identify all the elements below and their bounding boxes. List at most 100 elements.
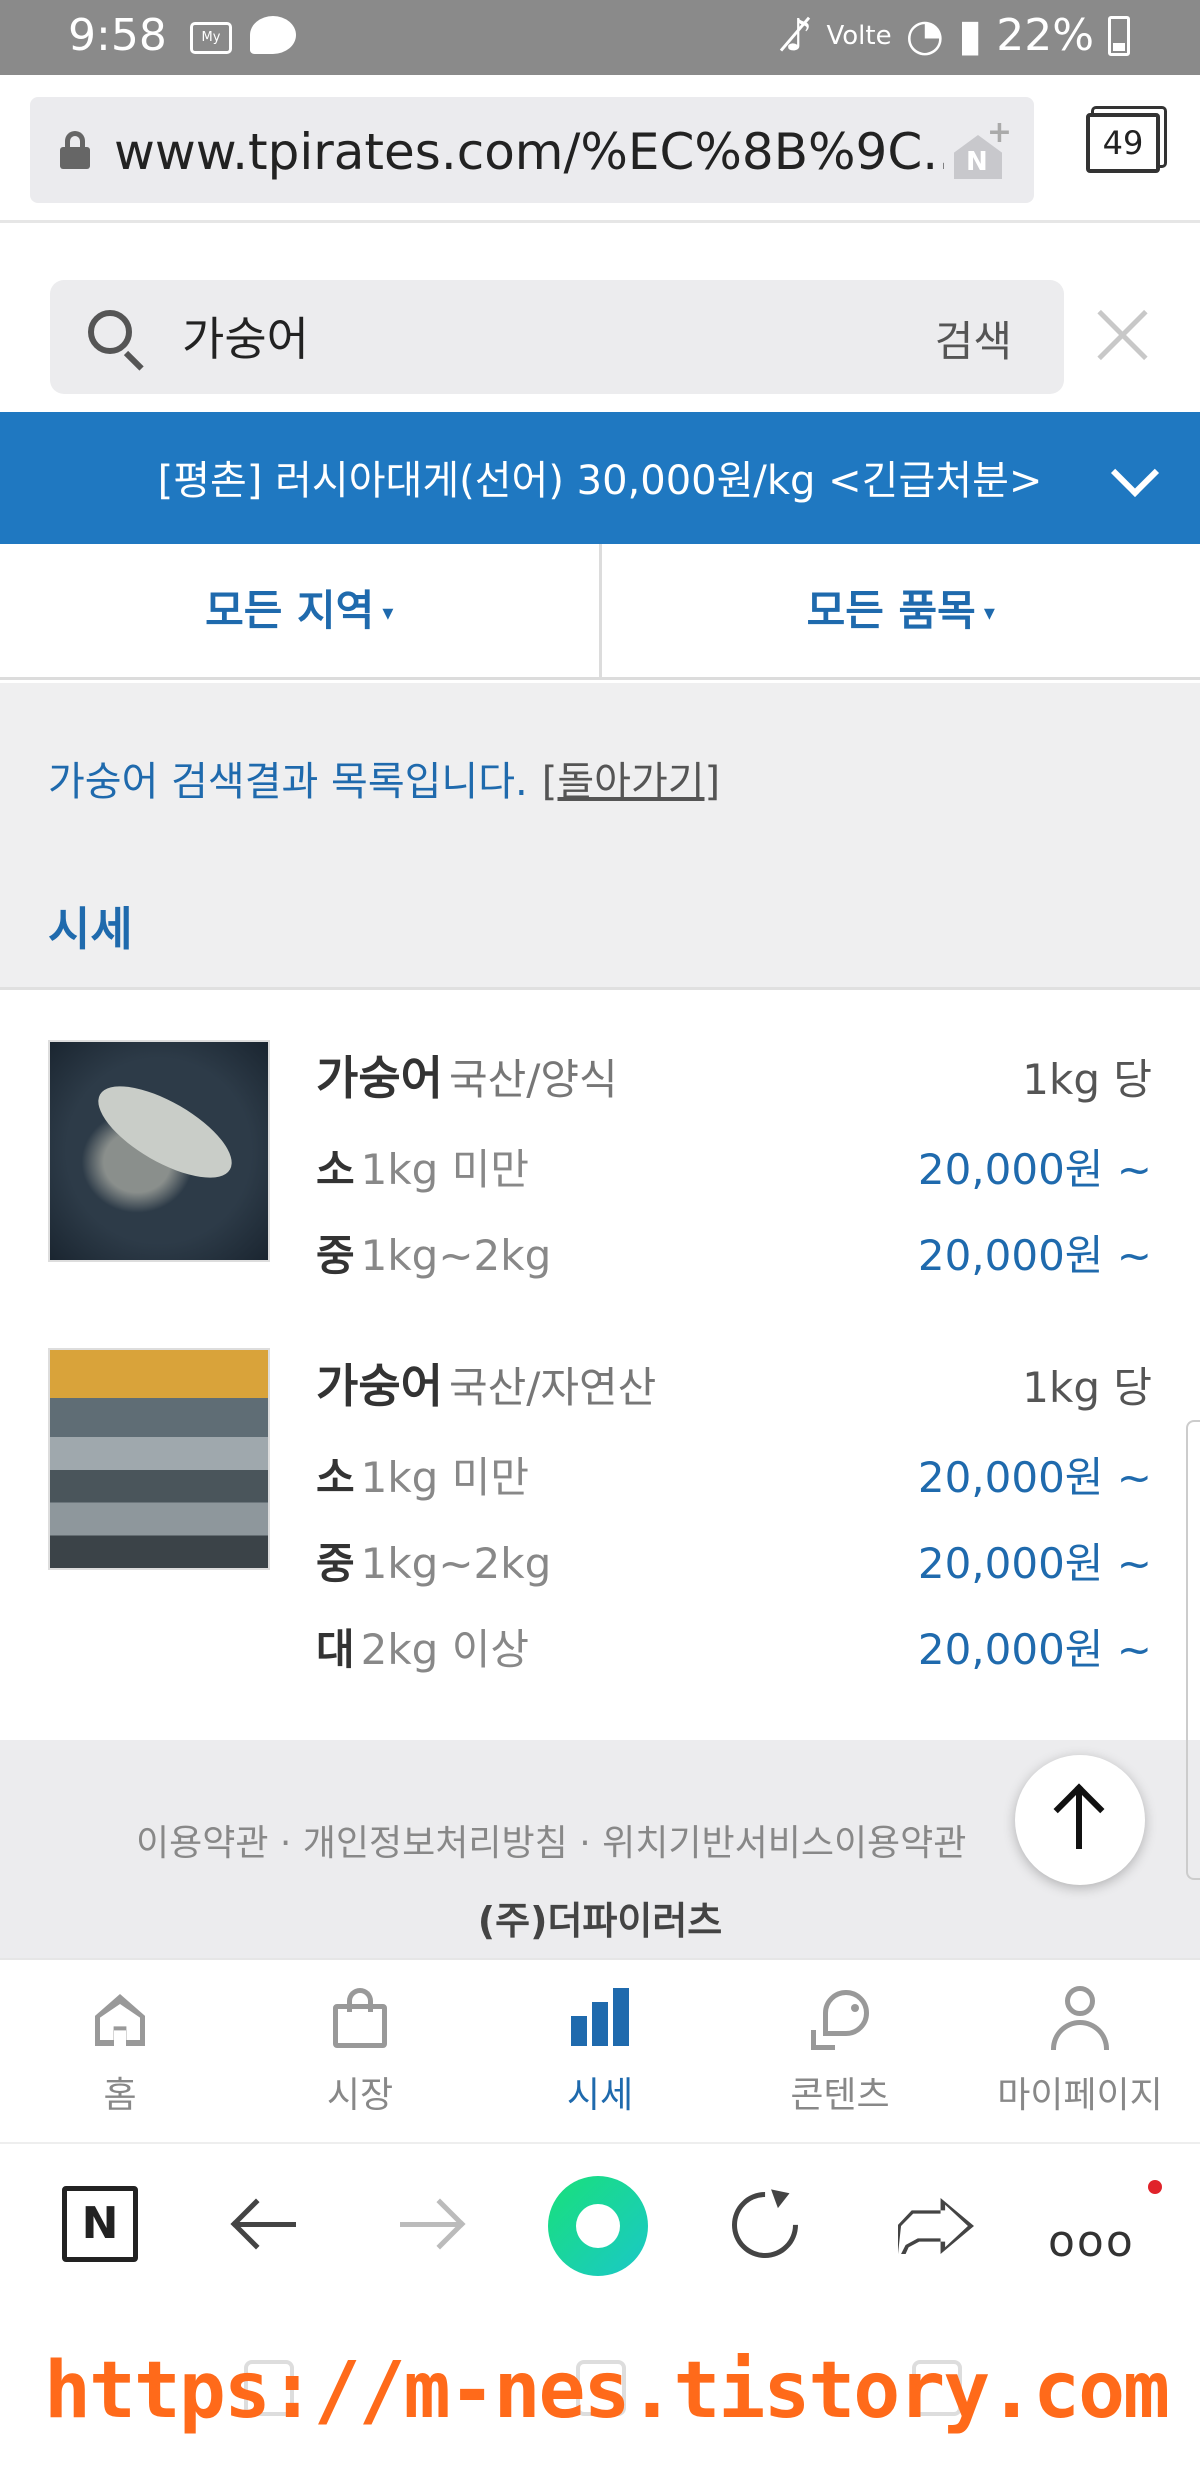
battery-percent: 22% [996,10,1094,61]
back-link[interactable]: [돌아가기] [542,759,720,805]
nav-item-price[interactable]: 시세 [480,1960,720,2140]
status-bar: 9:58 My ♪̸ Volte ◔ ▮ 22% [0,0,1200,75]
naver-icon: N [62,2186,138,2262]
footer: 이용약관 · 개인정보처리방침 · 위치기반서비스이용약관 (주)더파이러츠 [0,1740,1200,1958]
forward-button[interactable] [384,2178,480,2274]
size-price: 20,000원 ~ [917,1231,1152,1280]
size-range: 1kg 미만 [360,1453,529,1502]
item-title: 가숭어 국산/자연산 [316,1350,656,1416]
notice-banner[interactable]: [평촌] 러시아대게(선어) 30,000원/kg <긴급처분> [0,412,1200,544]
app-notification-icon: My [190,22,232,54]
status-time: 9:58 [68,10,167,61]
wifi-icon: ◔ [905,10,944,61]
size-range: 1kg 미만 [360,1145,529,1194]
size-label: 대 [316,1625,355,1674]
bar-chart-icon [567,1986,633,2052]
item-unit: 1kg 당 [1022,1055,1152,1104]
size-label: 소 [316,1145,355,1194]
more-icon: ooo [1048,2216,1135,2267]
status-indicators: ♪̸ Volte ◔ ▮ 22% [784,10,1130,61]
reload-button[interactable] [718,2178,814,2274]
nav-item-market[interactable]: 시장 [240,1960,480,2140]
size-row: 중 1kg~2kg 20,000원 ~ [316,1530,1152,1591]
notice-text: [평촌] 러시아대게(선어) 30,000원/kg <긴급처분> [157,458,1043,504]
filter-row: 모든 지역 ▾ 모든 품목 ▾ [0,544,1200,680]
fish-photo [48,1348,270,1570]
bottom-nav: 홈 시장 시세 콘텐츠 마이페이지 [0,1958,1200,2140]
search-box: 검색 [50,280,1064,394]
size-label: 중 [316,1231,355,1280]
size-row: 대 2kg 이상 20,000원 ~ [316,1616,1152,1677]
more-button[interactable]: ooo [1044,2178,1140,2274]
item-filter[interactable]: 모든 품목 ▾ [598,544,1200,677]
section-title: 시세 [48,902,133,956]
size-row: 중 1kg~2kg 20,000원 ~ [316,1222,1152,1283]
item-origin: 국산/양식 [448,1055,618,1104]
nav-item-content[interactable]: 콘텐츠 [720,1960,960,2140]
url-text: www.tpirates.com/%EC%8B%9C... [114,123,944,181]
item-name: 가숭어 [316,1359,443,1413]
nav-label: 시세 [566,2075,634,2116]
result-message: 가숭어 검색결과 목록입니다. [돌아가기] [48,749,720,807]
company-name: (주)더파이러츠 [477,1899,723,1943]
size-price: 20,000원 ~ [917,1453,1152,1502]
result-message-text: 가숭어 검색결과 목록입니다. [48,759,528,805]
item-name: 가숭어 [316,1051,443,1105]
search-icon [88,310,144,371]
item-origin: 국산/자연산 [448,1363,657,1412]
green-dot-button[interactable] [548,2176,648,2276]
search-button[interactable]: 검색 [935,308,1012,369]
result-header: 가숭어 검색결과 목록입니다. [돌아가기] 시세 [0,683,1200,990]
nav-item-mypage[interactable]: 마이페이지 [960,1960,1200,2140]
region-filter-label: 모든 지역 [205,586,375,635]
size-price: 20,000원 ~ [917,1625,1152,1674]
size-range: 2kg 이상 [360,1625,529,1674]
nav-label: 홈 [103,2075,137,2116]
tabs-button[interactable]: 49 [1086,113,1160,173]
size-row: 소 1kg 미만 20,000원 ~ [316,1136,1152,1197]
fish-icon [807,1986,873,2052]
search-input[interactable] [182,306,742,366]
size-price: 20,000원 ~ [917,1145,1152,1194]
browser-address-bar: www.tpirates.com/%EC%8B%9C... N + 49 [0,75,1200,223]
size-row: 소 1kg 미만 20,000원 ~ [316,1444,1152,1505]
add-home-icon[interactable]: N + [948,115,1012,185]
home-icon [87,1986,153,2052]
close-icon[interactable] [1094,306,1152,364]
url-field[interactable]: www.tpirates.com/%EC%8B%9C... N + [30,97,1034,203]
back-button[interactable] [218,2178,314,2274]
nav-label: 콘텐츠 [790,2075,890,2116]
person-icon [1047,1986,1113,2052]
size-range: 1kg~2kg [360,1231,552,1280]
naver-button[interactable]: N [56,2178,152,2274]
nav-label: 마이페이지 [997,2075,1163,2116]
size-price: 20,000원 ~ [917,1539,1152,1588]
item-unit: 1kg 당 [1022,1363,1152,1412]
scroll-to-top-button[interactable] [1015,1755,1145,1885]
browser-toolbar: N ooo [0,2142,1200,2306]
watermark-area: https://m-nes.tistory.com [0,2306,1200,2465]
signal-icon: ▮ [957,10,983,61]
footer-links[interactable]: 이용약관 · 개인정보처리방침 · 위치기반서비스이용약관 [136,1814,966,1866]
size-label: 중 [316,1539,355,1588]
arrow-up-icon [1076,1789,1082,1849]
caret-down-icon: ▾ [983,600,995,626]
size-label: 소 [316,1453,355,1502]
shopping-bag-icon [327,1986,393,2052]
share-button[interactable] [888,2178,984,2274]
volte-label: Volte [826,20,892,51]
chat-bubble-icon [250,16,296,54]
lock-icon [60,131,90,169]
mute-icon: ♪̸ [784,10,813,61]
nav-item-home[interactable]: 홈 [0,1960,240,2140]
item-filter-label: 모든 품목 [806,586,976,635]
region-filter[interactable]: 모든 지역 ▾ [0,544,599,677]
caret-down-icon: ▾ [382,600,394,626]
size-range: 1kg~2kg [360,1539,552,1588]
notification-dot [1148,2180,1162,2194]
item-title: 가숭어 국산/양식 [316,1042,618,1108]
battery-icon [1108,15,1130,56]
scrollbar[interactable] [1186,1420,1200,1880]
fish-photo [48,1040,270,1262]
watermark-text: https://m-nes.tistory.com [44,2346,1170,2436]
